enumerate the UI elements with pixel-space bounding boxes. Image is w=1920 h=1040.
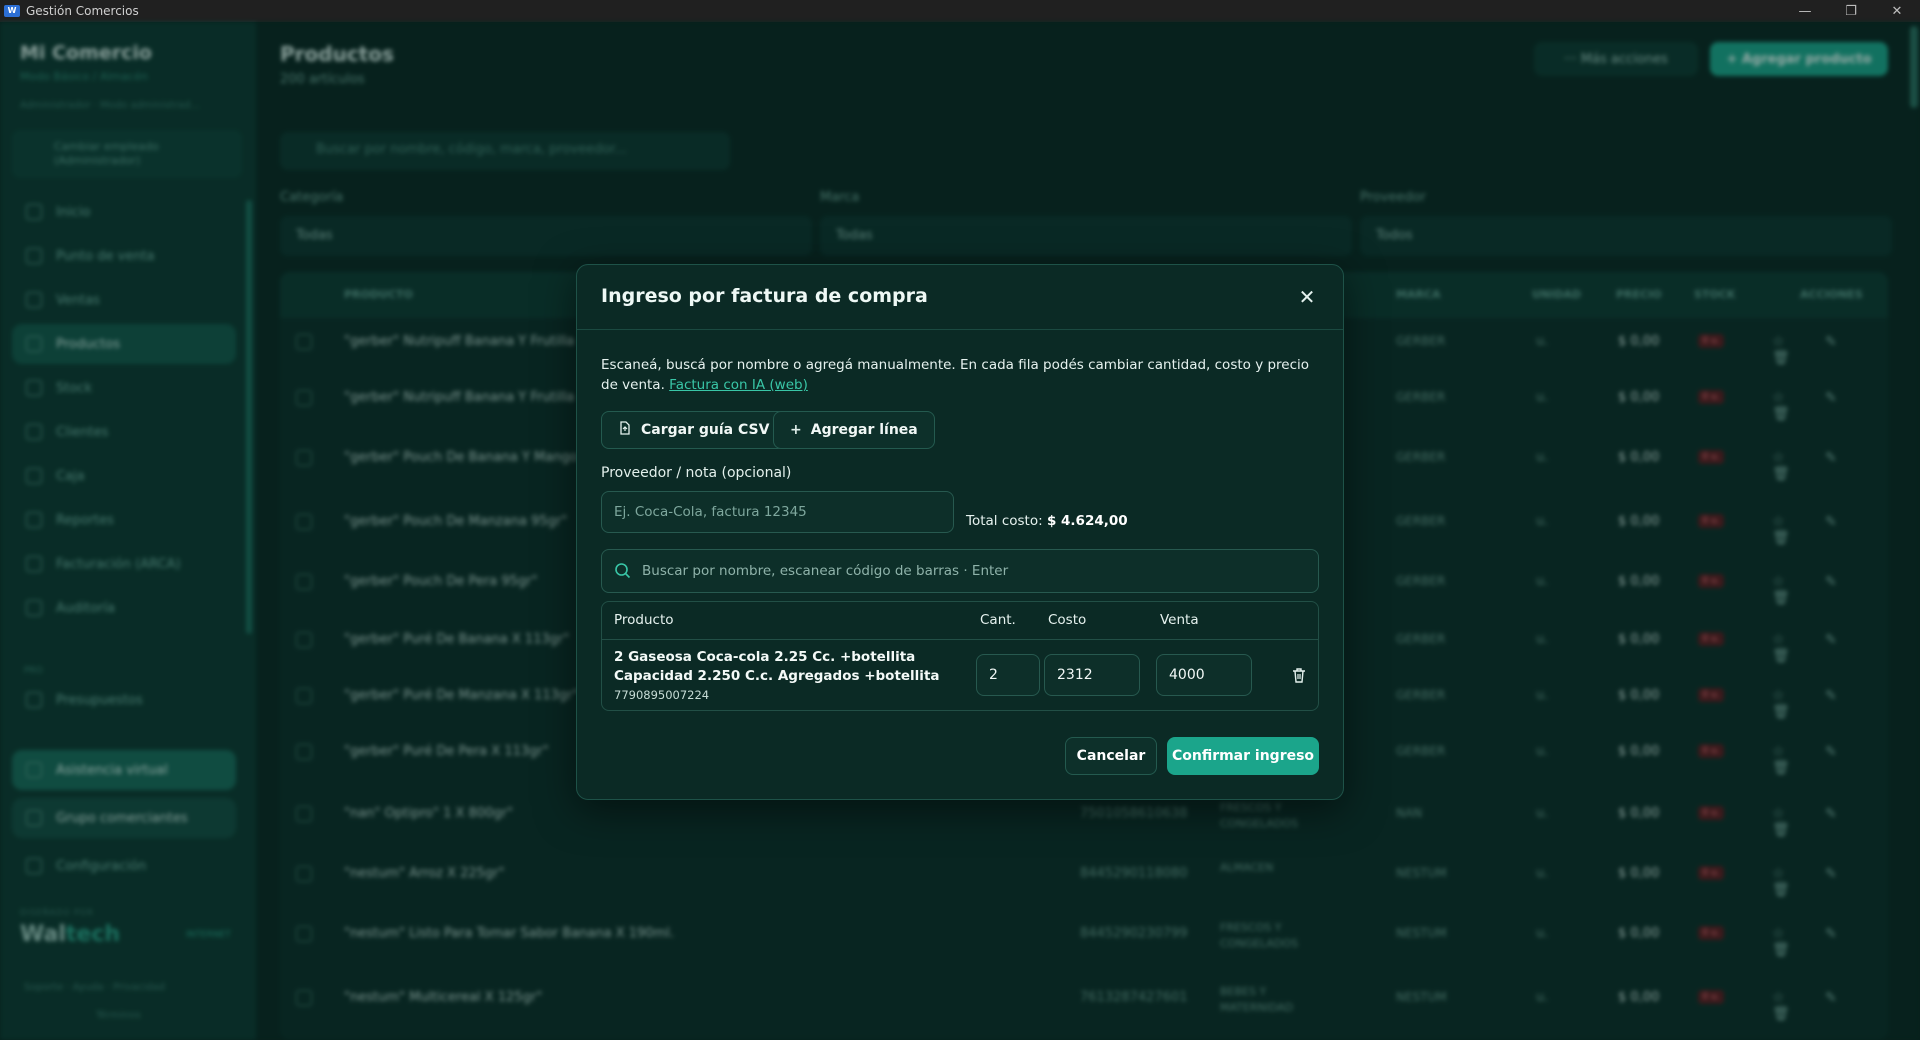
- col-header-producto: Producto: [614, 612, 674, 628]
- search-icon: [615, 563, 631, 579]
- confirm-entry-button[interactable]: Confirmar ingreso: [1167, 737, 1319, 775]
- ai-invoice-link[interactable]: Factura con IA (web): [669, 377, 808, 393]
- window-titlebar: W Gestión Comercios — ❐ ✕: [0, 0, 1920, 22]
- app-logo-icon: W: [4, 5, 20, 17]
- supplier-note-input[interactable]: [601, 491, 954, 533]
- dialog-title: Ingreso por factura de compra: [601, 285, 928, 307]
- load-csv-button[interactable]: Cargar guía CSV: [601, 411, 787, 449]
- barcode-search-input[interactable]: [642, 550, 1312, 592]
- plus-icon: +: [790, 422, 802, 438]
- minimize-icon[interactable]: —: [1782, 0, 1828, 22]
- dialog-description: Escaneá, buscá por nombre o agregá manua…: [601, 357, 1310, 393]
- line-cost-input[interactable]: [1044, 654, 1140, 696]
- col-header-venta: Venta: [1160, 612, 1199, 628]
- window-title: Gestión Comercios: [26, 4, 139, 18]
- cancel-button[interactable]: Cancelar: [1065, 737, 1157, 775]
- close-window-icon[interactable]: ✕: [1874, 0, 1920, 22]
- window-controls: — ❐ ✕: [1782, 0, 1920, 22]
- add-line-button[interactable]: + Agregar línea: [773, 411, 935, 449]
- invoice-lines-table: Producto Cant. Costo Venta 2 Gaseosa Coc…: [601, 601, 1319, 711]
- col-header-cantidad: Cant.: [980, 612, 1016, 628]
- trash-icon[interactable]: [1290, 666, 1308, 684]
- file-upload-icon: [618, 421, 632, 439]
- dialog-divider: [577, 329, 1343, 330]
- restore-icon[interactable]: ❐: [1828, 0, 1874, 22]
- purchase-invoice-dialog: Ingreso por factura de compra ✕ Escaneá,…: [576, 264, 1344, 800]
- line-quantity-input[interactable]: [976, 654, 1040, 696]
- line-sale-input[interactable]: [1156, 654, 1252, 696]
- invoice-lines-header: Producto Cant. Costo Venta: [602, 602, 1318, 640]
- supplier-note-label: Proveedor / nota (opcional): [601, 465, 792, 481]
- total-cost-value: $ 4.624,00: [1046, 513, 1128, 529]
- product-search-field[interactable]: [601, 549, 1319, 593]
- col-header-costo: Costo: [1048, 612, 1087, 628]
- close-icon[interactable]: ✕: [1293, 283, 1321, 311]
- line-barcode: 7790895007224: [614, 688, 710, 702]
- total-cost: Total costo: $ 4.624,00: [966, 513, 1128, 529]
- line-product-name: 2 Gaseosa Coca-cola 2.25 Cc. +botellita …: [614, 649, 940, 684]
